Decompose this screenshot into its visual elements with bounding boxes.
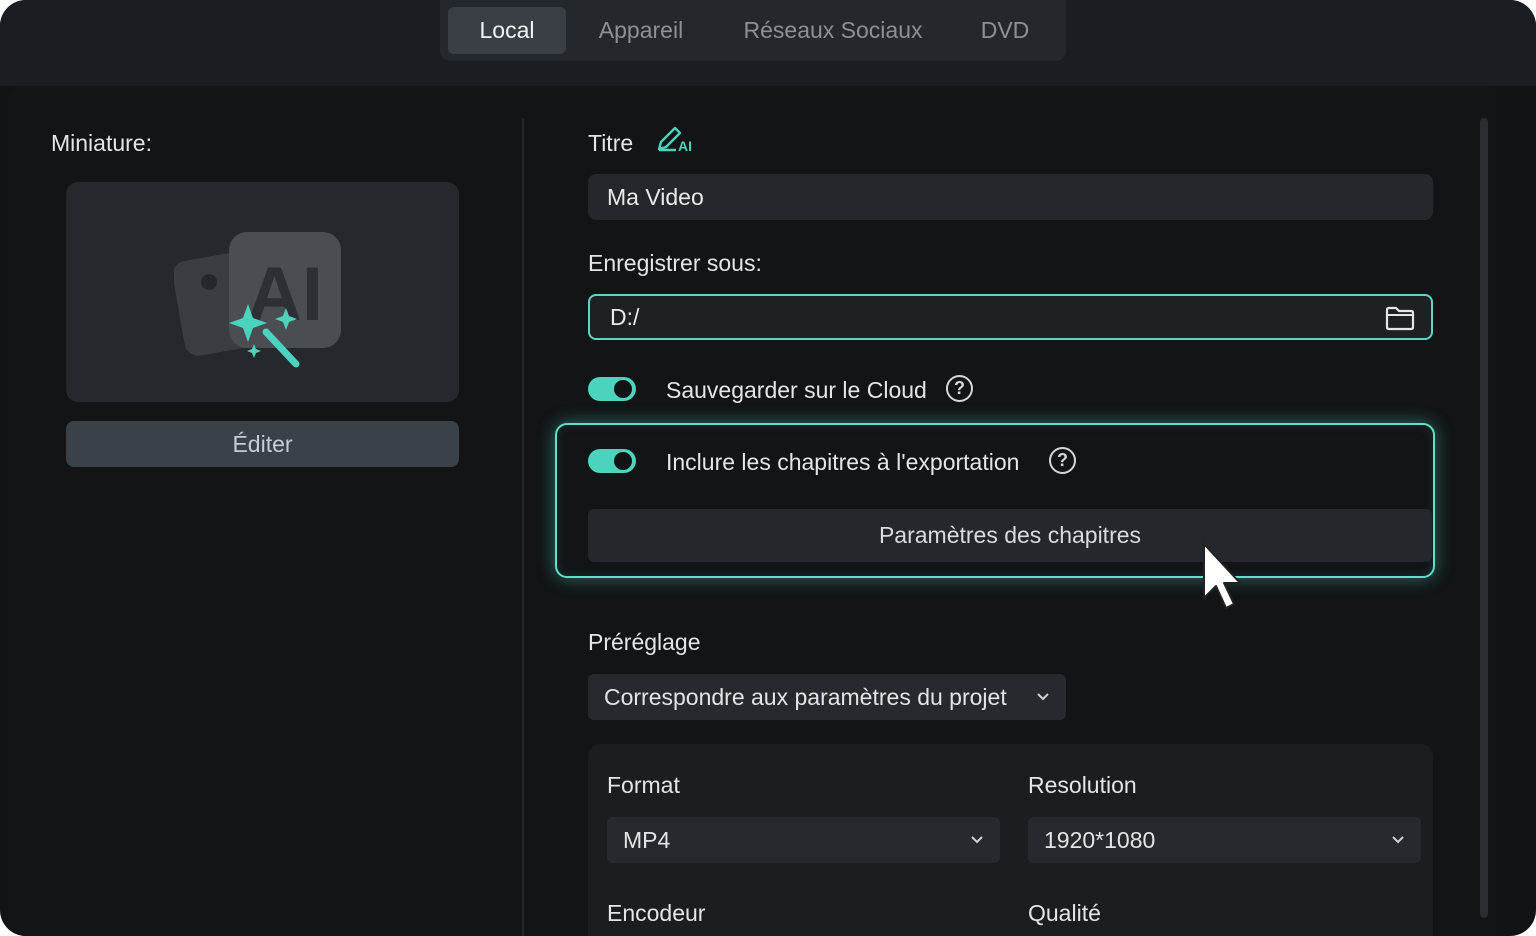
chevron-down-icon: [1037, 693, 1049, 701]
chevron-down-icon: [1392, 836, 1404, 844]
title-input[interactable]: Ma Video: [588, 174, 1433, 220]
mouse-pointer-icon: [1203, 543, 1241, 609]
preset-select[interactable]: Correspondre aux paramètres du projet: [588, 674, 1066, 720]
top-bar: Local Appareil Réseaux Sociaux DVD: [0, 0, 1536, 86]
chapters-toggle[interactable]: [588, 449, 636, 473]
save-as-label: Enregistrer sous:: [588, 250, 762, 276]
tab-reseaux-sociaux[interactable]: Réseaux Sociaux: [716, 7, 950, 54]
tab-appareil[interactable]: Appareil: [566, 7, 716, 54]
preset-value: Correspondre aux paramètres du projet: [604, 683, 1007, 710]
title-label: Titre: [588, 130, 634, 156]
save-path-input[interactable]: D:/: [588, 294, 1433, 340]
ai-pen-icon[interactable]: AI: [656, 124, 696, 154]
export-tabs: Local Appareil Réseaux Sociaux DVD: [440, 0, 1066, 61]
encoder-label: Encodeur: [607, 900, 706, 926]
ai-pen-text: AI: [678, 138, 692, 154]
resolution-select[interactable]: 1920*1080: [1028, 817, 1421, 863]
chapter-settings-button[interactable]: Paramètres des chapitres: [588, 509, 1432, 562]
toggle-knob: [614, 380, 632, 398]
ai-image-magic-wand-icon: AI: [174, 232, 341, 368]
toggle-knob: [614, 452, 632, 470]
column-divider: [522, 118, 524, 936]
edit-thumbnail-button[interactable]: Éditer: [66, 421, 459, 467]
export-window: Local Appareil Réseaux Sociaux DVD Minia…: [0, 0, 1536, 936]
cloud-help-icon[interactable]: ?: [946, 375, 973, 402]
tab-dvd[interactable]: DVD: [950, 7, 1060, 54]
format-label: Format: [607, 772, 680, 798]
tab-local[interactable]: Local: [448, 7, 566, 54]
cloud-save-label: Sauvegarder sur le Cloud: [666, 377, 927, 403]
preset-label: Préréglage: [588, 629, 701, 655]
folder-icon[interactable]: [1385, 305, 1415, 331]
save-path-value: D:/: [610, 303, 640, 330]
format-select[interactable]: MP4: [607, 817, 1000, 863]
chapters-help-icon[interactable]: ?: [1049, 447, 1076, 474]
format-value: MP4: [623, 826, 671, 853]
resolution-value: 1920*1080: [1044, 826, 1156, 853]
chevron-down-icon: [971, 836, 983, 844]
thumbnail-preview[interactable]: AI: [66, 182, 459, 402]
resolution-label: Resolution: [1028, 772, 1137, 798]
cloud-save-toggle[interactable]: [588, 377, 636, 401]
quality-label: Qualité: [1028, 900, 1101, 926]
scrollbar[interactable]: [1480, 118, 1488, 918]
thumbnail-label: Miniature:: [51, 130, 152, 156]
chapters-toggle-label: Inclure les chapitres à l'exportation: [666, 449, 1020, 475]
